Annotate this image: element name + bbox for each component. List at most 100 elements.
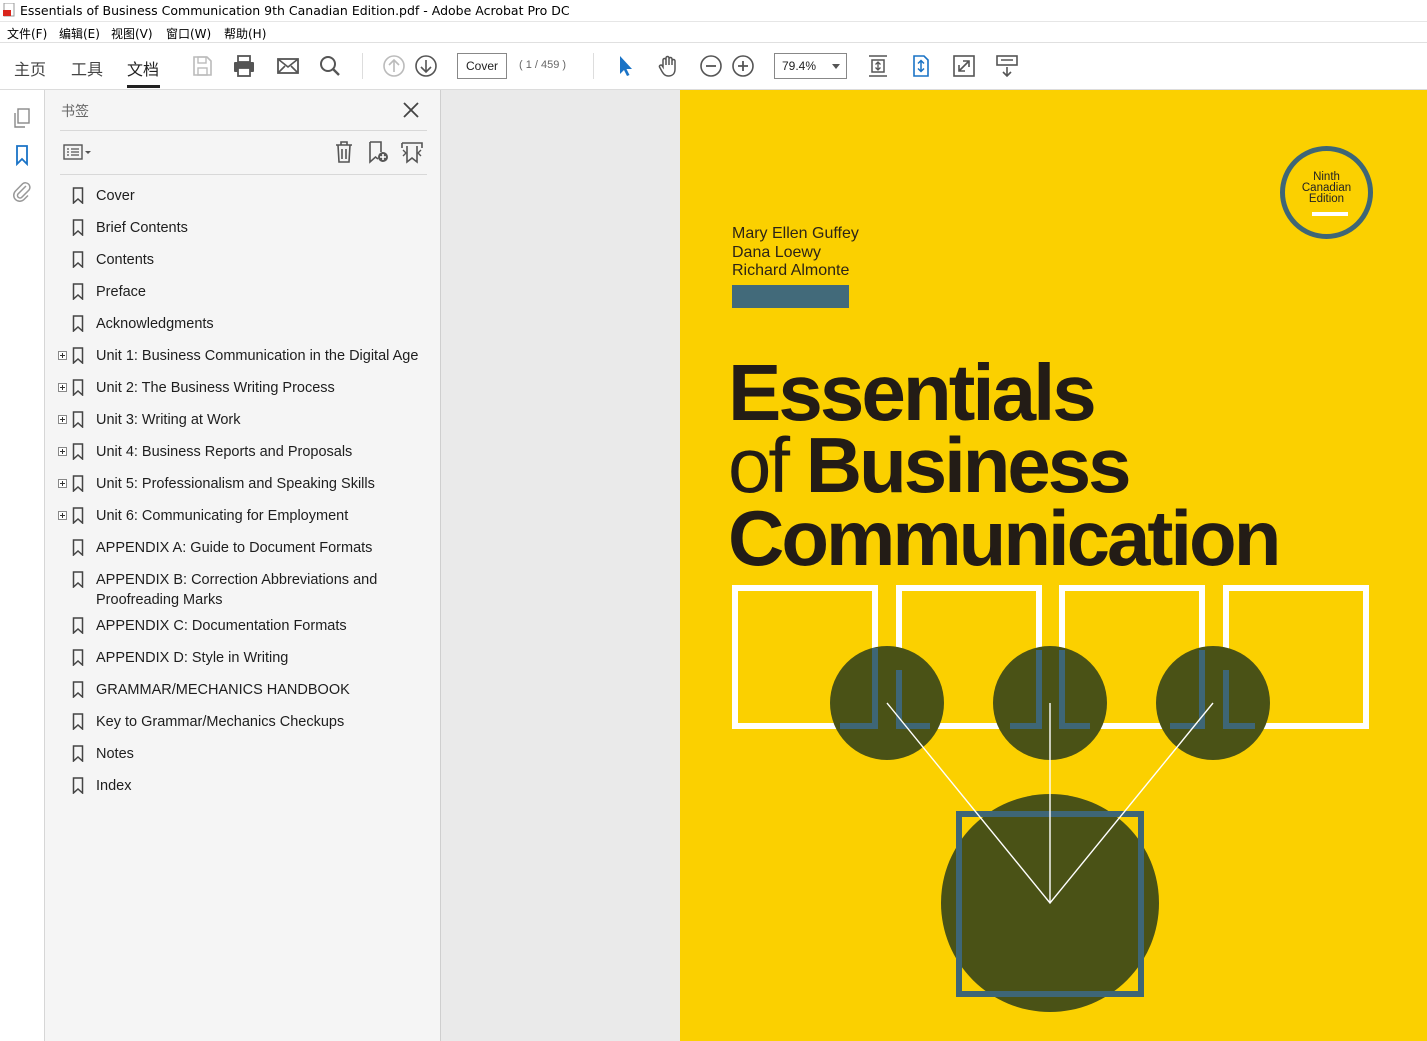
tab-document[interactable]: 文档 — [127, 56, 159, 80]
bookmark-icon — [72, 379, 84, 396]
close-icon[interactable] — [400, 99, 422, 121]
select-cursor-icon[interactable] — [613, 53, 639, 79]
tab-tools[interactable]: 工具 — [71, 56, 103, 80]
bookmark-label: Unit 2: The Business Writing Process — [96, 380, 335, 396]
bookmark-label: Preface — [96, 284, 146, 300]
page-count: ( 1 / 459 ) — [519, 59, 567, 71]
email-icon[interactable] — [275, 53, 301, 79]
expand-plus-icon[interactable] — [58, 415, 67, 424]
bookmarks-icon[interactable] — [11, 144, 33, 166]
cover-title: Essentials of Business Communication — [728, 348, 1281, 578]
title-bar: Essentials of Business Communication 9th… — [0, 0, 1427, 22]
zoom-value: 79.4% — [782, 59, 817, 73]
bookmark-label: Index — [96, 778, 132, 794]
menu-window[interactable]: 窗口(W) — [166, 25, 211, 42]
expand-plus-icon[interactable] — [58, 383, 67, 392]
menu-bar: 文件(F) 编辑(E) 视图(V) 窗口(W) 帮助(H) — [0, 22, 1427, 43]
author-name: Dana Loewy — [732, 243, 821, 261]
pdf-cover-page: Mary Ellen Guffey Dana Loewy Richard Alm… — [680, 90, 1427, 1041]
bookmark-label: Unit 3: Writing at Work — [96, 412, 241, 428]
new-bookmark-icon[interactable] — [366, 140, 390, 164]
zoom-out-icon[interactable] — [698, 53, 724, 79]
bookmark-label: APPENDIX B: Correction Abbreviations and… — [96, 572, 378, 608]
hand-tool-icon[interactable] — [655, 53, 681, 79]
page-number-input[interactable]: Cover — [457, 53, 507, 79]
scroll-mode-icon[interactable] — [865, 53, 891, 79]
edition-badge: Ninth Canadian Edition — [1280, 146, 1373, 239]
prev-page-icon[interactable] — [381, 53, 407, 79]
bookmark-label: Contents — [96, 252, 155, 268]
bookmark-icon — [72, 283, 84, 300]
cover-title-line-1: Essentials — [728, 348, 1097, 437]
bookmark-label: Key to Grammar/Mechanics Checkups — [96, 714, 345, 730]
edition-badge-line: Edition — [1308, 193, 1345, 205]
fit-page-icon[interactable] — [908, 53, 934, 79]
expand-plus-icon[interactable] — [58, 479, 67, 488]
bookmark-label: Unit 4: Business Reports and Proposals — [96, 444, 353, 460]
cover-title-line-2: of Business — [728, 426, 1278, 504]
full-screen-icon[interactable] — [951, 53, 977, 79]
zoom-select[interactable]: 79.4% — [774, 53, 847, 79]
bookmark-label: APPENDIX C: Documentation Formats — [96, 618, 347, 634]
active-tab-indicator — [127, 85, 160, 88]
bookmark-icon — [72, 347, 84, 364]
window-title: Essentials of Business Communication 9th… — [20, 3, 570, 18]
bookmark-icon — [72, 745, 84, 762]
bookmark-label: Unit 1: Business Communication in the Di… — [96, 348, 419, 364]
menu-file[interactable]: 文件(F) — [7, 25, 47, 42]
bookmark-icon — [72, 507, 84, 524]
bookmark-label: GRAMMAR/MECHANICS HANDBOOK — [96, 682, 350, 698]
bookmark-icon — [72, 251, 84, 268]
bookmark-icon — [72, 617, 84, 634]
bookmark-icon — [72, 187, 84, 204]
expand-bookmark-icon[interactable] — [400, 140, 424, 164]
bookmark-icon — [72, 713, 84, 730]
expand-plus-icon[interactable] — [58, 511, 67, 520]
bookmark-label: APPENDIX A: Guide to Document Formats — [96, 540, 373, 556]
bookmark-icon — [72, 475, 84, 492]
expand-plus-icon[interactable] — [58, 351, 67, 360]
acrobat-pdf-icon — [3, 3, 15, 17]
bookmark-label: APPENDIX D: Style in Writing — [96, 650, 289, 666]
bookmark-label: Brief Contents — [96, 220, 188, 236]
print-icon[interactable] — [231, 53, 257, 79]
expand-plus-icon[interactable] — [58, 447, 67, 456]
bookmark-icon — [72, 315, 84, 332]
divider — [60, 174, 427, 175]
search-icon[interactable] — [317, 53, 343, 79]
bookmark-icon — [72, 777, 84, 794]
zoom-in-icon[interactable] — [730, 53, 756, 79]
chevron-down-icon — [832, 64, 840, 69]
menu-help[interactable]: 帮助(H) — [224, 25, 266, 42]
bookmark-icon — [72, 411, 84, 428]
main-toolbar: 主页 工具 文档 Cover ( 1 / 459 ) 79.4% — [0, 43, 1427, 90]
bookmark-icon — [72, 539, 84, 556]
menu-view[interactable]: 视图(V) — [111, 25, 153, 42]
read-mode-icon[interactable] — [994, 53, 1020, 79]
edition-badge-underline — [1312, 212, 1348, 216]
cover-authors: Mary Ellen Guffey Dana Loewy Richard Alm… — [732, 225, 859, 281]
tab-home[interactable]: 主页 — [14, 56, 46, 80]
delete-bookmark-icon[interactable] — [332, 140, 356, 164]
author-accent-bar — [732, 285, 849, 308]
bookmark-icon — [72, 443, 84, 460]
options-menu-icon[interactable] — [62, 140, 94, 164]
toolbar-separator — [362, 53, 363, 79]
bookmark-icon — [72, 681, 84, 698]
bookmark-label: Unit 5: Professionalism and Speaking Ski… — [96, 476, 375, 492]
bookmark-label: Notes — [96, 746, 134, 762]
attachments-icon[interactable] — [11, 180, 33, 202]
save-icon[interactable] — [189, 53, 215, 79]
toolbar-separator — [593, 53, 594, 79]
page-thumbnails-icon[interactable] — [11, 107, 33, 129]
bookmark-label: Acknowledgments — [96, 316, 214, 332]
bookmark-icon — [72, 649, 84, 666]
author-name: Mary Ellen Guffey — [732, 225, 859, 242]
author-name: Richard Almonte — [732, 262, 850, 279]
menu-edit[interactable]: 编辑(E) — [59, 25, 100, 42]
cover-lines — [886, 702, 1214, 905]
divider — [60, 130, 427, 131]
bookmark-label: Cover — [96, 188, 135, 204]
bookmark-icon — [72, 219, 84, 236]
next-page-icon[interactable] — [413, 53, 439, 79]
